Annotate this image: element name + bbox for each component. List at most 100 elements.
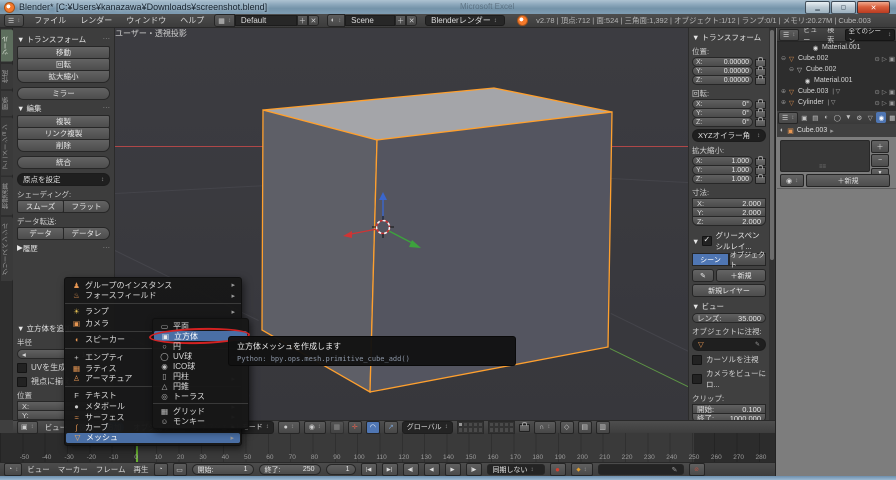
lock-icon[interactable] [755,176,766,184]
mesh-submenu-item[interactable]: ◎ トーラス [153,391,248,401]
play-button[interactable]: ▶ [445,463,461,476]
object-tab-icon[interactable]: ▼ [843,112,853,123]
scene-name-field[interactable]: Scene [345,15,395,26]
modifiers-tab-icon[interactable]: ⚙ [854,112,864,123]
layout-name-field[interactable]: Default [235,15,297,26]
expander-icon[interactable]: ⊖ [788,66,795,73]
location-field[interactable]: Z:0.00000 [692,75,753,85]
eye-icon[interactable]: ⊙ [874,55,879,63]
maximize-button[interactable]: ▢ [831,1,856,14]
jump-to-end-button[interactable]: ▶| [382,463,398,476]
snap-element-icon[interactable]: ◇ [560,421,574,434]
menu-item[interactable]: レンダー [78,15,114,26]
scene-browse-icon[interactable]: ◐ [327,14,345,27]
add-menu-item[interactable]: ☀ ランプ ▸ [65,303,241,318]
layers-grid-2[interactable] [488,421,515,434]
gp-scene-toggle[interactable]: シーン [692,253,729,266]
orientation-dropdown[interactable]: グローバル ↕ [402,421,453,434]
timeline-menu-item[interactable]: ビュー [27,464,50,475]
sync-dropdown[interactable]: 同期しない [487,464,545,475]
scale-field[interactable]: Z:1.000 [692,174,753,184]
add-scene-button[interactable]: ＋ [395,15,406,26]
menu-item[interactable]: ウィンドウ [124,15,168,26]
preview-range-icon[interactable]: ◔ [154,463,168,476]
timeline-menu-item[interactable]: 再生 [134,464,149,475]
minimize-button[interactable]: ▁ [805,1,830,14]
titlebar[interactable]: Blender* [C:¥Users¥kanazawa¥Downloads¥sc… [0,0,896,14]
texture-tab-icon[interactable]: ▦ [887,112,896,123]
prev-keyframe-button[interactable]: ◀| [403,463,419,476]
next-keyframe-button[interactable]: |▶ [466,463,482,476]
delete-layout-button[interactable]: ✕ [308,15,319,26]
opengl-render-anim-icon[interactable]: ▥ [596,421,610,434]
clip-field[interactable]: 終了:1000.000 [692,413,766,420]
gp-datablock-icon[interactable]: ✎ [692,269,714,282]
lock-icon[interactable] [755,77,766,85]
renderable-icon[interactable]: ▣ [889,55,895,63]
material-tab-icon[interactable]: ◉ [876,112,886,123]
outliner-view-menu[interactable]: ビュー [803,28,823,45]
material-slot-list[interactable]: ≡≡ [780,140,870,172]
outliner-filter-dropdown[interactable]: 全てのシーン [845,29,895,41]
add-slot-button[interactable]: ＋ [871,140,889,153]
checkbox[interactable] [17,363,27,373]
properties-editor-icon[interactable]: ☰ [778,112,798,124]
selectable-icon[interactable]: ▷ [882,55,887,63]
lock-to-object-field[interactable]: ▽✎ [692,338,766,351]
add-menu-item[interactable]: ♟ グループのインスタンス ▸ [65,280,241,290]
pivot-point-dropdown[interactable]: ◉ [304,421,326,434]
tool-shelf-tab[interactable]: 関係 [1,91,13,116]
world-tab-icon[interactable]: ◯ [832,112,842,123]
keying-set-icon[interactable]: ◆ [571,463,593,476]
data-transfer-button[interactable]: データレ [63,227,110,240]
delete-scene-button[interactable]: ✕ [406,15,417,26]
opengl-render-icon[interactable]: ▤ [578,421,592,434]
manipulator-scale-icon[interactable]: ↗ [384,421,398,434]
keying-set-field[interactable]: ✎ [598,464,684,475]
dimension-field[interactable]: Z:2.000 [692,216,766,226]
lock-cursor-checkbox[interactable] [692,355,702,365]
gp-new-button[interactable]: ＋ 新規 [716,269,766,282]
layout-browse-icon[interactable]: ▦ [214,14,235,27]
scene-tab-icon[interactable]: ◐ [821,112,831,123]
add-menu-item[interactable]: ♨ フォースフィールド ▸ [65,290,241,300]
gp-new-layer-button[interactable]: 新規レイヤー [692,284,766,297]
record-button[interactable]: ● [550,463,566,476]
mesh-submenu-item[interactable]: ▯ 円柱 [153,371,248,381]
add-menu-item[interactable]: ▽ メッシュ ▸ [66,433,240,443]
gp-object-toggle[interactable]: オブジェクト [729,253,766,266]
lock-icon[interactable] [755,119,766,127]
timeline-menu-item[interactable]: フレーム [96,464,126,475]
mirror-button[interactable]: ミラー [17,87,110,100]
selectable-icon[interactable]: ▷ [882,88,887,96]
render-tab-icon[interactable]: ▣ [799,112,809,123]
menu-item[interactable]: ヘルプ [178,15,206,26]
data-transfer-button[interactable]: データ [17,227,64,240]
manipulator-translate-icon[interactable]: ✛ [348,421,362,434]
checkbox[interactable] [17,377,27,387]
remove-keying-icon[interactable]: ⊘ [689,463,705,476]
new-material-button[interactable]: ＋ 新規 [806,174,890,187]
mesh-submenu-item[interactable]: △ 円錐 [153,381,248,391]
timeline-editor-icon[interactable]: ◔ [4,463,22,476]
jump-to-start-button[interactable]: |◀ [361,463,377,476]
shading-button[interactable]: フラット [63,200,110,213]
snap-magnet-icon[interactable]: ∩ [534,421,556,434]
frame-start-field[interactable]: 開始:1 [192,464,254,475]
menu-item[interactable]: ファイル [32,15,68,26]
eye-icon[interactable]: ⊙ [874,99,879,107]
lens-field[interactable]: レンズ:35.000 [692,313,766,323]
tool-shelf-tab[interactable]: 物理演算 [1,177,13,215]
set-origin-dropdown[interactable]: 原点を設定↕ [17,173,110,186]
lock-camera-checkbox[interactable] [692,374,702,384]
outliner-row[interactable]: ⊖ ▽ Cube.002 ⊙ ▷ ▣ [777,64,896,75]
data-tab-icon[interactable]: ▽ [865,112,875,123]
outliner-row[interactable]: ⊖ ▽ Cube.002 ⊙ ▷ ▣ [777,53,896,64]
pivot-align-toggle[interactable]: ▦ [330,421,344,434]
rotation-field[interactable]: Z:0° [692,117,753,127]
renderable-icon[interactable]: ▣ [889,99,895,107]
lock-icon[interactable] [519,424,530,432]
viewport-editor-icon[interactable]: ▣ [17,421,38,434]
gp-checkbox[interactable] [702,236,712,246]
keying-filter-icon[interactable]: ▭ [173,463,187,476]
